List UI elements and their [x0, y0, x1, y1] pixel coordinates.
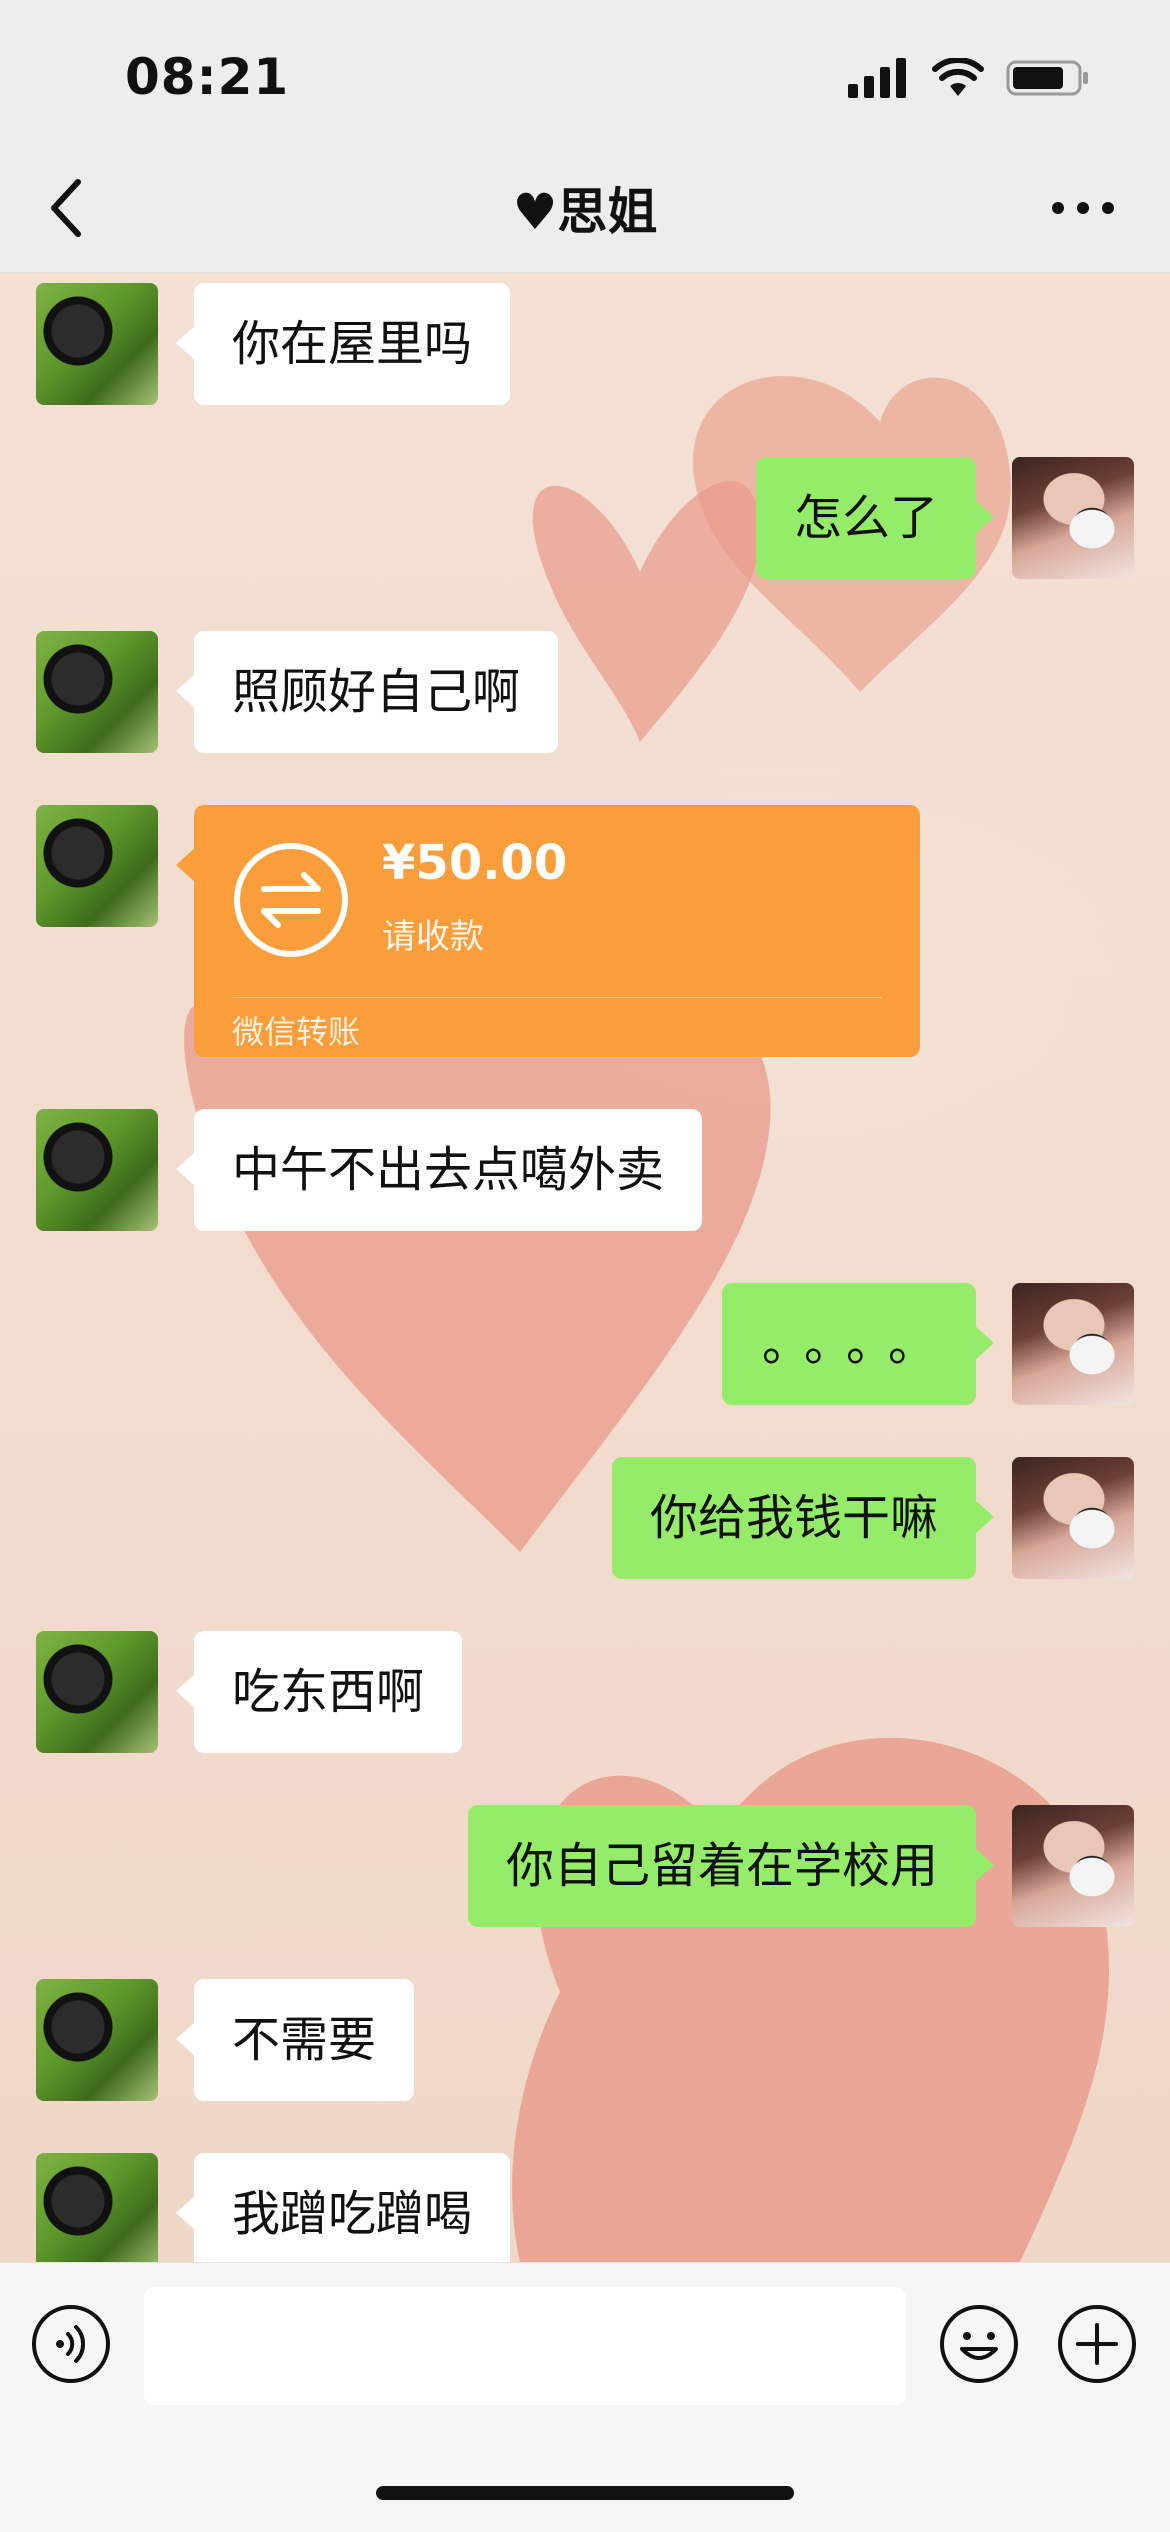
received-message-bubble[interactable]: 我蹭吃蹭喝 — [175, 2153, 511, 2275]
contact-avatar[interactable] — [36, 631, 158, 753]
home-indicator[interactable] — [376, 2486, 794, 2500]
received-message-bubble[interactable]: 不需要 — [175, 1979, 415, 2101]
heart-wallpaper-art — [184, 375, 1109, 2262]
transfer-amount: ¥50.00 — [382, 835, 568, 891]
transfer-footer: 微信转账 — [232, 1013, 361, 1051]
sent-message-bubble[interactable]: 。。。。 — [721, 1283, 995, 1405]
transfer-status: 请收款 — [382, 917, 484, 957]
message-input[interactable] — [144, 2287, 906, 2405]
sent-message-bubble[interactable]: 你自己留着在学校用 — [467, 1805, 995, 1927]
battery-icon — [1006, 60, 1088, 96]
my-avatar[interactable] — [1012, 1457, 1134, 1579]
received-message-bubble[interactable]: 照顾好自己啊 — [175, 631, 559, 753]
voice-icon[interactable] — [30, 2303, 112, 2385]
my-avatar[interactable] — [1012, 457, 1134, 579]
chat-wallpaper — [0, 272, 1170, 2262]
sent-message-bubble[interactable]: 你给我钱干嘛 — [611, 1457, 995, 1579]
transfer-card[interactable]: ¥50.00 请收款 微信转账 — [176, 805, 920, 1057]
chat-screen: 08:21 ♥思姐 你在屋里吗 怎么了 照顾好自己啊 ¥50.00 请收款 微信… — [0, 0, 1170, 2532]
mid-heart-shape — [532, 481, 760, 742]
top-bar: 08:21 ♥思姐 — [0, 0, 1170, 273]
cellular-signal-icon — [848, 58, 906, 98]
wifi-icon — [932, 58, 984, 96]
transfer-arrows-icon — [234, 843, 348, 957]
sent-message-bubble[interactable]: 怎么了 — [755, 457, 995, 579]
contact-avatar[interactable] — [36, 1979, 158, 2101]
contact-avatar[interactable] — [36, 283, 158, 405]
my-avatar[interactable] — [1012, 1805, 1134, 1927]
chat-title: ♥思姐 — [512, 183, 658, 241]
contact-avatar[interactable] — [36, 805, 158, 927]
my-avatar[interactable] — [1012, 1283, 1134, 1405]
plus-icon[interactable] — [1056, 2303, 1138, 2385]
status-icons — [848, 54, 1090, 102]
contact-avatar[interactable] — [36, 1109, 158, 1231]
contact-avatar[interactable] — [36, 2153, 158, 2275]
transfer-divider — [232, 997, 882, 998]
emoji-icon[interactable] — [938, 2303, 1020, 2385]
status-time: 08:21 — [125, 48, 290, 106]
contact-avatar[interactable] — [36, 1631, 158, 1753]
received-message-bubble[interactable]: 吃东西啊 — [175, 1631, 463, 1753]
received-message-bubble[interactable]: 中午不出去点噶外卖 — [175, 1109, 703, 1231]
ellipsis-icon[interactable] — [1048, 188, 1118, 228]
received-message-bubble[interactable]: 你在屋里吗 — [175, 283, 511, 405]
